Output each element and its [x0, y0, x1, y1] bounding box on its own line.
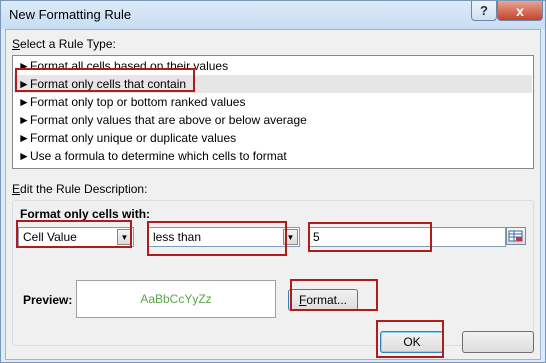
ok-button[interactable]: OK	[380, 331, 444, 353]
dialog-title: New Formatting Rule	[9, 7, 132, 22]
rule-type-item-selected[interactable]: ►Format only cells that contain	[14, 75, 532, 93]
rule-description-group	[12, 200, 534, 346]
arrow-icon: ►	[18, 149, 30, 163]
condition-type-combo[interactable]: Cell Value ▼	[18, 227, 134, 247]
rule-type-label: Select a Rule Type:	[12, 37, 116, 51]
arrow-icon: ►	[18, 77, 30, 91]
help-icon: ?	[480, 3, 488, 18]
value-text: 5	[313, 230, 320, 244]
rule-type-item[interactable]: ►Format only unique or duplicate values	[14, 129, 532, 147]
arrow-icon: ►	[18, 95, 30, 109]
close-button[interactable]: x	[497, 1, 543, 21]
title-bar: New Formatting Rule ? x	[1, 1, 545, 29]
preview-sample-text: AaBbCcYyZz	[140, 292, 212, 306]
arrow-icon: ►	[18, 113, 30, 127]
arrow-icon: ►	[18, 131, 30, 145]
value-input[interactable]: 5	[308, 227, 506, 247]
preview-box: AaBbCcYyZz	[76, 280, 276, 318]
rule-type-item[interactable]: ►Format only values that are above or be…	[14, 111, 532, 129]
preview-label: Preview:	[23, 293, 73, 307]
range-select-button[interactable]	[506, 227, 526, 245]
operator-value: less than	[153, 230, 202, 244]
operator-combo[interactable]: less than ▼	[148, 227, 300, 247]
help-button[interactable]: ?	[471, 1, 497, 21]
arrow-icon: ►	[18, 59, 30, 73]
condition-type-dropdown-button[interactable]: ▼	[117, 229, 132, 245]
dialog-body: Select a Rule Type: ►Format all cells ba…	[5, 29, 541, 360]
close-icon: x	[516, 2, 524, 19]
format-only-cells-label: Format only cells with:	[20, 207, 151, 221]
rule-type-item[interactable]: ►Format only top or bottom ranked values	[14, 93, 532, 111]
format-button[interactable]: Format...	[288, 289, 358, 311]
operator-dropdown-button[interactable]: ▼	[283, 229, 298, 245]
rule-type-list[interactable]: ►Format all cells based on their values …	[12, 55, 534, 169]
chevron-down-icon: ▼	[120, 232, 129, 242]
condition-type-value: Cell Value	[23, 230, 77, 244]
rule-type-item[interactable]: ►Use a formula to determine which cells …	[14, 147, 532, 165]
chevron-down-icon: ▼	[286, 232, 295, 242]
range-select-icon	[508, 230, 523, 242]
rule-description-label: Edit the Rule Description:	[12, 182, 148, 196]
new-formatting-rule-dialog: New Formatting Rule ? x Select a Rule Ty…	[0, 0, 546, 363]
cancel-button[interactable]	[462, 331, 534, 353]
rule-type-item[interactable]: ►Format all cells based on their values	[14, 57, 532, 75]
